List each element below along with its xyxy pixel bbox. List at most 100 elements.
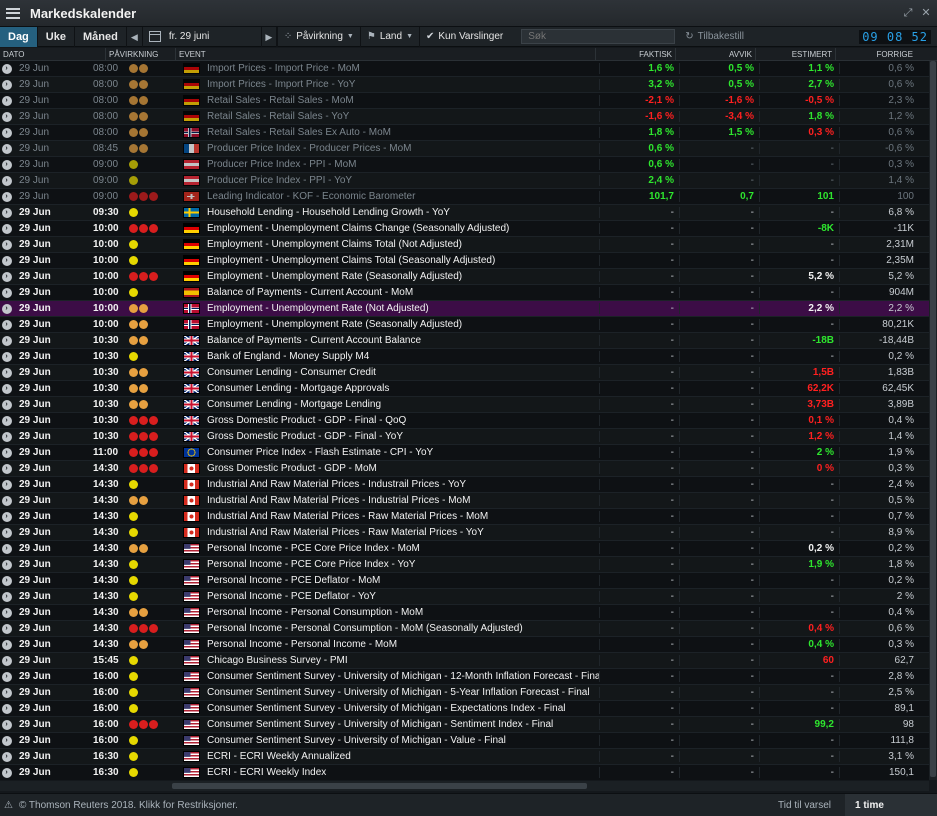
expand-row-icon[interactable]: › <box>0 767 13 778</box>
hamburger-menu-icon[interactable] <box>6 7 20 19</box>
scroll-thumb[interactable] <box>172 783 587 789</box>
table-row[interactable]: › 29 Jun 16:30 ECRI - ECRI Weekly Annualize… <box>0 749 929 765</box>
expand-row-icon[interactable]: › <box>0 735 13 746</box>
expand-row-icon[interactable]: › <box>0 303 13 314</box>
expand-row-icon[interactable]: › <box>0 655 13 666</box>
table-row[interactable]: › 29 Jun 14:30 Industrial And Raw Material … <box>0 477 929 493</box>
table-row[interactable]: › 29 Jun 10:00 Employment - Unemployment Cl… <box>0 221 929 237</box>
table-row[interactable]: › 29 Jun 16:00 Consumer Sentiment Survey - … <box>0 717 929 733</box>
copyright-link[interactable]: © Thomson Reuters 2018. Klikk for Restri… <box>19 800 238 811</box>
reset-button[interactable]: ↻ Tilbakestill <box>685 31 744 42</box>
expand-row-icon[interactable]: › <box>0 319 13 330</box>
expand-row-icon[interactable]: › <box>0 511 13 522</box>
expand-row-icon[interactable]: › <box>0 191 13 202</box>
expand-row-icon[interactable]: › <box>0 63 13 74</box>
expand-row-icon[interactable]: › <box>0 431 13 442</box>
tab-week[interactable]: Uke <box>38 26 75 47</box>
table-row[interactable]: › 29 Jun 08:00 Retail Sales - Retail Sales … <box>0 109 929 125</box>
expand-row-icon[interactable]: › <box>0 111 13 122</box>
close-icon[interactable]: ✕ <box>919 6 933 20</box>
expand-row-icon[interactable]: › <box>0 527 13 538</box>
expand-row-icon[interactable]: › <box>0 175 13 186</box>
col-event[interactable]: EVENT <box>176 48 596 60</box>
table-row[interactable]: › 29 Jun 14:30 Personal Income - Personal C… <box>0 605 929 621</box>
horizontal-scrollbar[interactable] <box>0 781 929 791</box>
table-row[interactable]: › 29 Jun 08:45 Producer Price Index - Produ… <box>0 141 929 157</box>
calendar-icon[interactable] <box>148 31 161 42</box>
expand-row-icon[interactable]: › <box>0 79 13 90</box>
expand-row-icon[interactable]: › <box>0 335 13 346</box>
table-row[interactable]: › 29 Jun 16:00 Consumer Sentiment Survey - … <box>0 669 929 685</box>
expand-row-icon[interactable]: › <box>0 687 13 698</box>
scroll-thumb[interactable] <box>930 61 936 777</box>
table-row[interactable]: › 29 Jun 14:30 Personal Income - PCE Core P… <box>0 541 929 557</box>
expand-row-icon[interactable]: › <box>0 671 13 682</box>
expand-row-icon[interactable]: › <box>0 463 13 474</box>
expand-row-icon[interactable]: › <box>0 607 13 618</box>
expand-row-icon[interactable]: › <box>0 271 13 282</box>
expand-row-icon[interactable]: › <box>0 223 13 234</box>
tab-month[interactable]: Måned <box>75 26 127 47</box>
table-row[interactable]: › 29 Jun 10:00 Employment - Unemployment Cl… <box>0 253 929 269</box>
expand-row-icon[interactable]: › <box>0 751 13 762</box>
table-row[interactable]: › 29 Jun 09:00 Producer Price Index - PPI -… <box>0 173 929 189</box>
table-row[interactable]: › 29 Jun 10:00 Employment - Unemployment Ra… <box>0 317 929 333</box>
table-row[interactable]: › 29 Jun 10:30 Consumer Lending - Mortgage … <box>0 397 929 413</box>
expand-row-icon[interactable]: › <box>0 479 13 490</box>
expand-row-icon[interactable]: › <box>0 495 13 506</box>
table-row[interactable]: › 29 Jun 10:00 Employment - Unemployment Ra… <box>0 269 929 285</box>
expand-row-icon[interactable]: › <box>0 255 13 266</box>
tab-day[interactable]: Dag <box>0 26 38 47</box>
expand-row-icon[interactable]: › <box>0 447 13 458</box>
table-row[interactable]: › 29 Jun 14:30 Gross Domestic Product - GDP… <box>0 461 929 477</box>
expand-row-icon[interactable]: › <box>0 143 13 154</box>
next-day-icon[interactable]: ▶ <box>260 26 277 47</box>
table-row[interactable]: › 29 Jun 10:30 Consumer Lending - Consumer … <box>0 365 929 381</box>
expand-row-icon[interactable]: › <box>0 415 13 426</box>
table-row[interactable]: › 29 Jun 14:30 Personal Income - PCE Core P… <box>0 557 929 573</box>
table-row[interactable]: › 29 Jun 14:30 Industrial And Raw Material … <box>0 493 929 509</box>
table-row[interactable]: › 29 Jun 16:00 Consumer Sentiment Survey - … <box>0 701 929 717</box>
table-row[interactable]: › 29 Jun 10:30 Consumer Lending - Mortgage … <box>0 381 929 397</box>
table-row[interactable]: › 29 Jun 14:30 Personal Income - PCE Deflat… <box>0 589 929 605</box>
country-filter[interactable]: ⚑ Land ▼ <box>359 26 419 47</box>
table-row[interactable]: › 29 Jun 10:00 Balance of Payments - Curren… <box>0 285 929 301</box>
table-row[interactable]: › 29 Jun 09:30 Household Lending - Househol… <box>0 205 929 221</box>
vertical-scrollbar[interactable] <box>929 61 937 780</box>
table-row[interactable]: › 29 Jun 15:45 Chicago Business Survey - PM… <box>0 653 929 669</box>
expand-row-icon[interactable]: › <box>0 287 13 298</box>
expand-row-icon[interactable]: › <box>0 559 13 570</box>
expand-row-icon[interactable]: › <box>0 127 13 138</box>
table-row[interactable]: › 29 Jun 10:30 Gross Domestic Product - GDP… <box>0 429 929 445</box>
col-actual[interactable]: FAKTISK <box>596 48 676 60</box>
expand-row-icon[interactable]: › <box>0 399 13 410</box>
table-row[interactable]: › 29 Jun 10:30 Balance of Payments - Curren… <box>0 333 929 349</box>
table-row[interactable]: › 29 Jun 10:00 Employment - Unemployment Cl… <box>0 237 929 253</box>
table-row[interactable]: › 29 Jun 09:00 Producer Price Index - PPI -… <box>0 157 929 173</box>
search-input[interactable] <box>521 29 676 44</box>
table-row[interactable]: › 29 Jun 14:30 Industrial And Raw Material … <box>0 509 929 525</box>
col-previous[interactable]: FORRIGE <box>836 48 916 60</box>
expand-row-icon[interactable]: › <box>0 239 13 250</box>
prev-day-icon[interactable]: ◀ <box>127 26 143 47</box>
expand-row-icon[interactable]: › <box>0 543 13 554</box>
expand-row-icon[interactable]: › <box>0 367 13 378</box>
expand-row-icon[interactable]: › <box>0 159 13 170</box>
table-row[interactable]: › 29 Jun 16:00 Consumer Sentiment Survey - … <box>0 685 929 701</box>
expand-row-icon[interactable]: › <box>0 639 13 650</box>
table-row[interactable]: › 29 Jun 14:30 Personal Income - PCE Deflat… <box>0 573 929 589</box>
expand-row-icon[interactable]: › <box>0 719 13 730</box>
col-estimate[interactable]: ESTIMERT <box>756 48 836 60</box>
impact-filter[interactable]: ⁘ Påvirkning ▼ <box>276 26 360 47</box>
table-row[interactable]: › 29 Jun 10:30 Bank of England - Money Supp… <box>0 349 929 365</box>
table-row[interactable]: › 29 Jun 14:30 Industrial And Raw Material … <box>0 525 929 541</box>
table-row[interactable]: › 29 Jun 08:00 Retail Sales - Retail Sales … <box>0 125 929 141</box>
table-row[interactable]: › 29 Jun 16:30 ECRI - ECRI Weekly Index - - -1… <box>0 765 929 780</box>
expand-row-icon[interactable]: › <box>0 351 13 362</box>
expand-row-icon[interactable]: › <box>0 575 13 586</box>
col-impact[interactable]: PÅVIRKNING <box>106 48 176 60</box>
table-row[interactable]: › 29 Jun 08:00 Import Prices - Import Price… <box>0 61 929 77</box>
alerts-only-toggle[interactable]: ✔ Kun Varslinger <box>419 26 509 47</box>
alert-duration-select[interactable]: 1 time <box>845 793 937 816</box>
expand-row-icon[interactable]: › <box>0 703 13 714</box>
